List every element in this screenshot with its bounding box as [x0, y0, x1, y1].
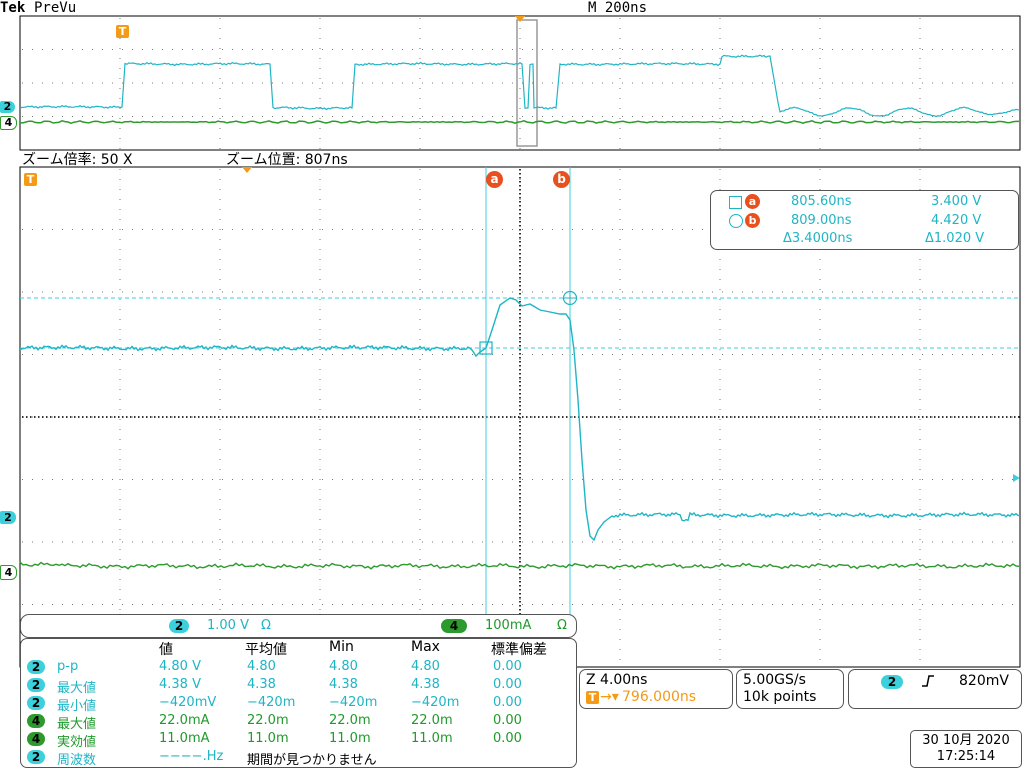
overview-ch4-trace: [19, 120, 1019, 125]
overview-ch4-marker: 4: [0, 116, 17, 130]
cursor-b-readout-badge: b: [745, 213, 760, 228]
row-channel-badge: 2: [27, 660, 45, 674]
overview-ch2-trace: [19, 54, 1020, 118]
row-min: 4.38: [329, 677, 358, 692]
header-std: 標準偏差: [491, 642, 547, 658]
cursor-a-badge[interactable]: a: [486, 171, 503, 188]
row-max: −420m: [411, 695, 460, 710]
main-ch2-marker[interactable]: 2: [0, 511, 16, 524]
cursor-a-value: 3.400 V: [931, 194, 982, 209]
horizontal-panel[interactable]: Z 4.00ns T →▾ 796.000ns: [579, 669, 733, 709]
row-max: 22.0m: [411, 713, 453, 728]
row-min: 11.0m: [329, 731, 371, 746]
row-max: 4.38: [411, 677, 440, 692]
row-value: 22.0mA: [159, 713, 210, 728]
ch2-scale[interactable]: 1.00 V: [207, 618, 249, 633]
row-measure-name: 実効値: [57, 735, 97, 750]
row-mean: 4.80: [247, 659, 276, 674]
circle-marker-icon: [729, 214, 743, 228]
ch2-coupling: Ω: [261, 618, 271, 633]
row-value: 4.80 V: [159, 659, 201, 674]
row-mean: 22.0m: [247, 713, 289, 728]
row-measure-name: p-p: [57, 659, 79, 674]
measurement-row[interactable]: 4 最大値 22.0mA 22.0m 22.0m 22.0m 0.00: [27, 713, 567, 732]
row-value: −−−−.Hz: [159, 749, 224, 764]
overview-trigger-t-icon: T: [116, 25, 129, 38]
cursor-a-time: 805.60ns: [791, 194, 852, 209]
row-channel-badge: 2: [27, 696, 45, 710]
row-channel-badge: 2: [27, 678, 45, 692]
row-measure-name: 周波数: [57, 753, 97, 768]
row-std: 0.00: [493, 677, 522, 692]
ch4-scale-badge[interactable]: 4: [441, 619, 467, 633]
row-channel-badge: 4: [27, 714, 45, 728]
row-value: 4.38 V: [159, 677, 201, 692]
row-channel-badge: 2: [27, 750, 45, 764]
header-mean: 平均値: [245, 642, 287, 658]
row-measure-name: 最小値: [57, 699, 97, 714]
zoom-factor-label: ズーム倍率: 50 X: [22, 152, 133, 168]
record-length: 10k points: [743, 689, 817, 705]
trigger-position: 796.000ns: [622, 689, 697, 705]
trigger-level-arrow: [1013, 474, 1020, 482]
row-std: 0.00: [493, 731, 522, 746]
measurement-row[interactable]: 2 p-p 4.80 V 4.80 4.80 4.80 0.00: [27, 659, 567, 677]
row-channel-badge: 4: [27, 732, 45, 746]
main-ch4-marker[interactable]: 4: [0, 565, 17, 580]
overview-ch2-marker: 2: [0, 101, 15, 113]
ch4-coupling: Ω: [557, 618, 567, 633]
date-label: 30 10月 2020: [922, 733, 1010, 748]
row-max: 4.80: [411, 659, 440, 674]
header-min: Min: [329, 639, 354, 655]
row-min: 4.80: [329, 659, 358, 674]
header-max: Max: [411, 639, 440, 655]
cursor-a-readout-badge: a: [745, 194, 760, 209]
cursor-delta-time: Δ3.4000ns: [783, 231, 853, 246]
cursor-delta-value: Δ1.020 V: [925, 231, 985, 246]
cursor-b-badge[interactable]: b: [553, 171, 570, 188]
row-std: 0.00: [493, 659, 522, 674]
cursor-b-time: 809.00ns: [791, 213, 852, 228]
row-mean: 4.38: [247, 677, 276, 692]
channel-scale-bar[interactable]: 2 1.00 V Ω 4 100mA Ω: [20, 614, 577, 638]
trigger-t-icon: T: [586, 691, 599, 704]
row-value: 11.0mA: [159, 731, 210, 746]
cursor-readout-panel: a 805.60ns 3.400 V b 809.00ns 4.420 V Δ3…: [710, 190, 1019, 250]
row-min: −420m: [329, 695, 378, 710]
measurement-row[interactable]: 2 最小値 −420mV −420m −420m −420m 0.00: [27, 695, 567, 714]
row-std: 0.00: [493, 713, 522, 728]
datetime-panel: 30 10月 2020 17:25:14: [910, 730, 1022, 768]
row-max: 11.0m: [411, 731, 453, 746]
ch4-scale[interactable]: 100mA: [485, 618, 531, 633]
row-min: 22.0m: [329, 713, 371, 728]
sample-rate: 5.00GS/s: [743, 672, 806, 688]
measurement-row[interactable]: 2 最大値 4.38 V 4.38 4.38 4.38 0.00: [27, 677, 567, 696]
cursor-b-value: 4.420 V: [931, 213, 982, 228]
row-note: 期間が見つかりません: [247, 753, 377, 768]
measurement-row[interactable]: 4 実効値 11.0mA 11.0m 11.0m 11.0m 0.00: [27, 731, 567, 750]
square-marker-icon: [729, 196, 742, 209]
time-label: 17:25:14: [936, 749, 996, 764]
row-mean: 11.0m: [247, 731, 289, 746]
rising-edge-icon: [922, 675, 934, 687]
zoom-scale: Z 4.00ns: [586, 672, 648, 688]
zoom-position-label: ズーム位置: 807ns: [226, 152, 348, 168]
row-value: −420mV: [159, 695, 217, 710]
trigger-level: 820mV: [959, 673, 1009, 689]
trigger-panel[interactable]: 2 820mV: [848, 669, 1022, 709]
measurement-panel: 値 平均値 Min Max 標準偏差 2 p-p 4.80 V 4.80 4.8…: [20, 638, 577, 768]
row-mean: −420m: [247, 695, 296, 710]
row-std: 0.00: [493, 695, 522, 710]
row-measure-name: 最大値: [57, 717, 97, 732]
header-value: 値: [159, 642, 173, 658]
arrow-right-icon: →▾: [600, 689, 619, 705]
overview-frame: [19, 15, 1021, 151]
trigger-source-badge: 2: [881, 675, 903, 689]
measurement-row[interactable]: 2 周波数 −−−−.Hz 期間が見つかりません: [27, 749, 567, 768]
row-measure-name: 最大値: [57, 681, 97, 696]
acquisition-panel[interactable]: 5.00GS/s 10k points: [736, 669, 844, 709]
ch2-scale-badge[interactable]: 2: [169, 619, 189, 633]
main-trigger-t-icon: T: [24, 173, 37, 186]
